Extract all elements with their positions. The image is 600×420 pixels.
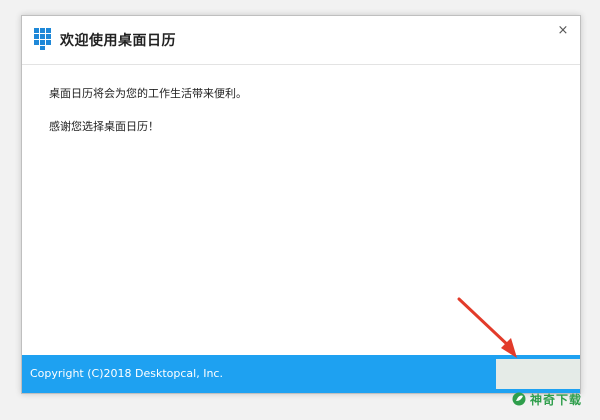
screenshot-stage: 欢迎使用桌面日历 × 桌面日历将会为您的工作生活带来便利。 感谢您选择桌面日历！… <box>0 0 600 420</box>
dialog-titlebar: 欢迎使用桌面日历 × <box>22 16 580 65</box>
leaf-logo-icon <box>512 392 526 406</box>
dialog-footer: Copyright (C)2018 Desktopcal, Inc. <box>22 355 580 393</box>
copyright-text: Copyright (C)2018 Desktopcal, Inc. <box>30 367 223 380</box>
thanks-message: 感谢您选择桌面日历！ <box>49 120 159 133</box>
watermark-text: 神奇下载 <box>530 393 583 407</box>
calendar-grid-icon <box>34 28 51 50</box>
welcome-message: 桌面日历将会为您的工作生活带来便利。 <box>49 87 247 100</box>
obscured-button-area <box>496 359 580 389</box>
watermark: 神奇下载 <box>512 391 596 409</box>
close-icon: × <box>557 23 569 38</box>
dialog-title: 欢迎使用桌面日历 <box>60 33 176 49</box>
close-button[interactable]: × <box>554 22 572 40</box>
red-arrow-icon <box>457 297 517 358</box>
